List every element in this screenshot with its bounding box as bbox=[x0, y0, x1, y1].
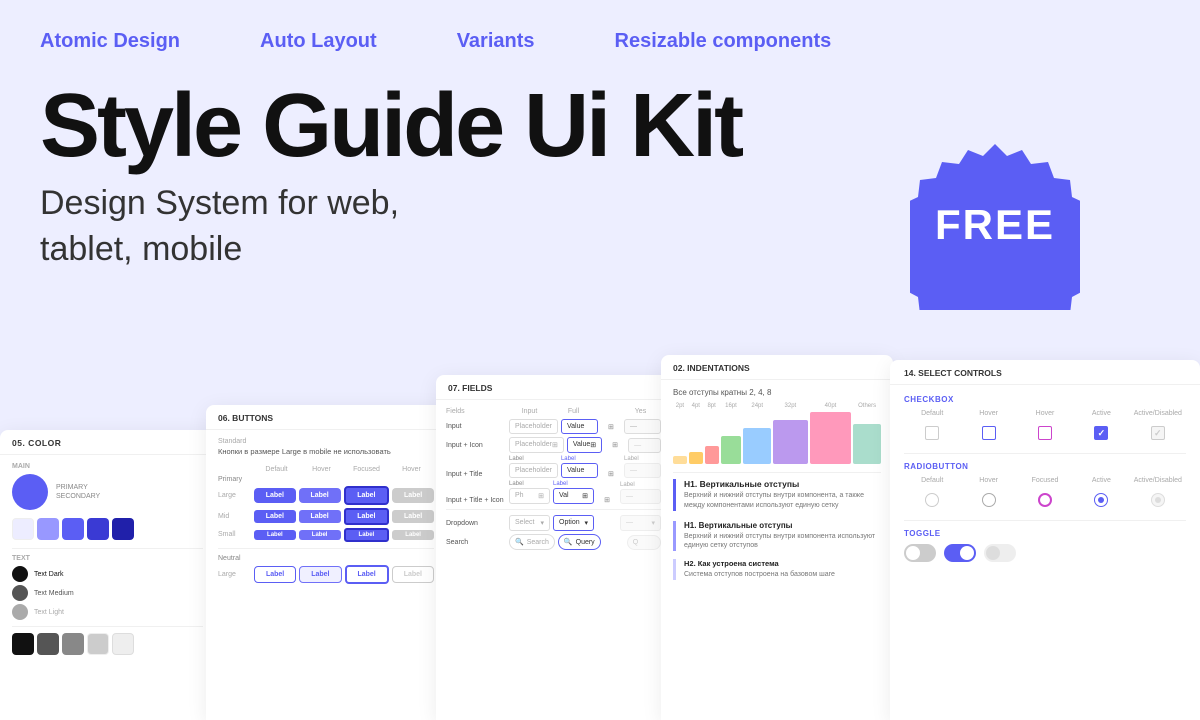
nav-resizable[interactable]: Resizable components bbox=[615, 30, 832, 53]
panel-select-header: 14. SELECT CONTROLS bbox=[890, 360, 1200, 385]
navigation: Atomic Design Auto Layout Variants Resiz… bbox=[0, 0, 1200, 53]
free-badge-text: FREE bbox=[910, 140, 1080, 310]
panel-fields: 07. FIELDS Fields Input Full Yes Input P… bbox=[436, 375, 671, 720]
panel-fields-header: 07. FIELDS bbox=[436, 375, 671, 400]
nav-auto-layout[interactable]: Auto Layout bbox=[260, 30, 377, 53]
panel-indent: 02. INDENTATIONS Все отступы кратны 2, 4… bbox=[661, 355, 893, 720]
panel-buttons-header: 06. BUTTONS bbox=[206, 405, 446, 430]
panel-color-header: 05. COLOR bbox=[0, 430, 215, 455]
panel-indent-header: 02. INDENTATIONS bbox=[661, 355, 893, 380]
nav-variants[interactable]: Variants bbox=[457, 30, 535, 53]
mockup-area: 05. COLOR MAIN PRIMARY SECONDARY bbox=[0, 350, 1200, 720]
nav-atomic-design[interactable]: Atomic Design bbox=[40, 30, 180, 53]
free-badge: FREE bbox=[910, 140, 1080, 310]
panel-buttons: 06. BUTTONS Standard Кнопки в размере La… bbox=[206, 405, 446, 720]
panel-color: 05. COLOR MAIN PRIMARY SECONDARY bbox=[0, 430, 215, 720]
panel-select: 14. SELECT CONTROLS CHECKBOX Default Hov… bbox=[890, 360, 1200, 720]
